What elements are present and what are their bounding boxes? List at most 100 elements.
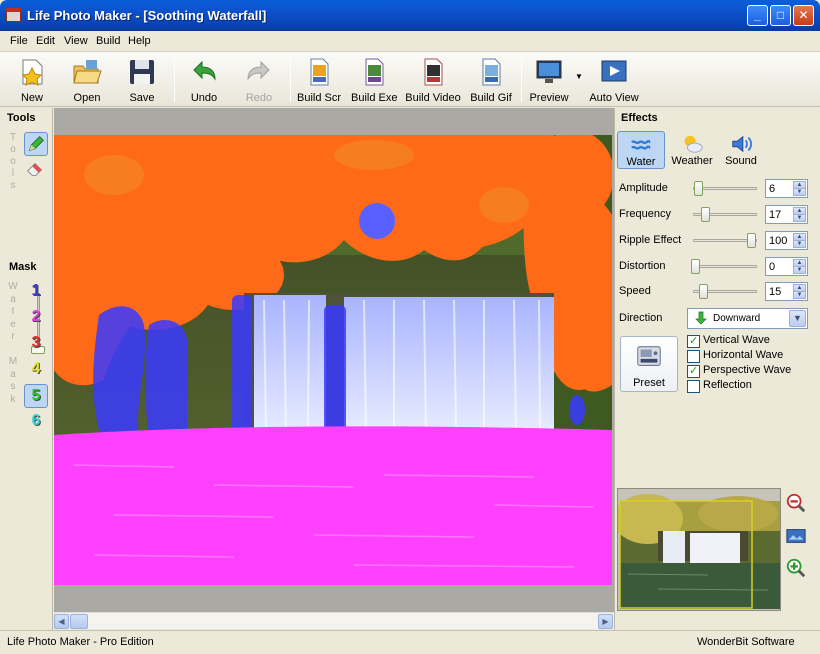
tab-water[interactable]: Water — [617, 131, 665, 169]
frequency-spinbox[interactable]: 17 ▲ ▼ — [765, 205, 808, 224]
preview-dropdown-arrow-icon[interactable]: ▼ — [575, 72, 583, 81]
spin-down-icon[interactable]: ▼ — [793, 188, 806, 196]
mask-vertical-letter: k — [10, 393, 16, 405]
reflection-checkbox[interactable] — [687, 380, 700, 393]
mask-vertical-letter: M — [8, 356, 18, 367]
minimize-button[interactable]: _ — [747, 5, 768, 26]
save-button[interactable]: Save — [120, 55, 164, 105]
screensaver-file-icon — [310, 58, 329, 86]
menu-view[interactable]: View — [64, 35, 88, 47]
horizontal-wave-label: Horizontal Wave — [703, 349, 784, 361]
toolbar-separator — [521, 58, 522, 102]
direction-select[interactable]: Downward ▼ — [687, 308, 808, 329]
auto-view-button[interactable]: Auto View — [587, 55, 641, 105]
ripple-effect-label: Ripple Effect — [619, 234, 682, 246]
scroll-left-icon[interactable]: ◀ — [54, 614, 69, 629]
water-wave-icon — [631, 139, 651, 150]
gif-file-icon — [482, 58, 501, 86]
redo-arrow-icon — [247, 60, 270, 81]
photo-canvas[interactable] — [54, 135, 612, 585]
perspective-wave-checkbox[interactable] — [687, 364, 700, 378]
spin-down-icon[interactable]: ▼ — [793, 240, 806, 248]
tools-vertical-letter: o — [10, 144, 16, 155]
mask-title: Mask — [9, 261, 37, 273]
executable-file-icon — [365, 58, 384, 86]
preset-panel-icon — [637, 346, 661, 366]
mask-1-button[interactable]: 1 — [24, 280, 48, 304]
maximize-button[interactable]: □ — [770, 5, 791, 26]
spin-down-icon[interactable]: ▼ — [793, 291, 806, 299]
zoom-in-icon — [786, 558, 806, 578]
preset-button[interactable]: Preset — [620, 336, 678, 392]
navigator-thumbnail[interactable] — [613, 488, 781, 611]
status-company: WonderBit Software — [697, 636, 795, 648]
menu-file[interactable]: File — [10, 35, 28, 47]
ripple-effect-slider-thumb[interactable] — [747, 233, 756, 248]
distortion-slider-thumb[interactable] — [691, 259, 700, 274]
distortion-spinbox[interactable]: 0 ▲ ▼ — [765, 257, 808, 276]
build-scr-button[interactable]: Build Scr — [296, 55, 342, 105]
mask-5-button[interactable]: 5 — [24, 384, 48, 408]
eraser-tool-button[interactable] — [24, 158, 48, 182]
open-button[interactable]: Open — [65, 55, 109, 105]
build-video-button[interactable]: Build Video — [405, 55, 461, 105]
distortion-slider[interactable] — [693, 265, 757, 268]
ripple-effect-spinbox[interactable]: 100 ▲ ▼ — [765, 231, 808, 250]
zoom-in-button[interactable] — [785, 557, 809, 581]
reflection-label: Reflection — [703, 379, 752, 391]
menu-edit[interactable]: Edit — [36, 35, 55, 47]
scroll-right-icon[interactable]: ▶ — [598, 614, 613, 629]
speed-slider-thumb[interactable] — [699, 284, 709, 299]
build-exe-button[interactable]: Build Exe — [351, 55, 397, 105]
menu-build[interactable]: Build — [96, 35, 120, 47]
new-button[interactable]: New — [10, 55, 54, 105]
tab-sound[interactable]: Sound — [719, 131, 763, 169]
title-bar: Life Photo Maker - [Soothing Waterfall] … — [0, 0, 820, 31]
effects-title: Effects — [621, 112, 658, 124]
amplitude-spinbox[interactable]: 6 ▲ ▼ — [765, 179, 808, 198]
redo-button[interactable]: Redo — [237, 55, 281, 105]
mask-vertical-letter: a — [10, 293, 16, 305]
speed-spinbox[interactable]: 15 ▲ ▼ — [765, 282, 808, 301]
new-file-icon — [21, 59, 43, 86]
distortion-value[interactable]: 0 — [769, 261, 775, 273]
close-button[interactable]: ✕ — [793, 5, 814, 26]
app-icon — [6, 8, 21, 22]
tab-weather[interactable]: Weather — [667, 131, 717, 169]
ripple-effect-value[interactable]: 100 — [769, 235, 787, 247]
mask-vertical-letter: t — [11, 306, 15, 317]
fit-to-window-button[interactable] — [785, 525, 809, 549]
brush-tool-button[interactable] — [24, 132, 48, 156]
status-bar: Life Photo Maker - Pro Edition WonderBit… — [0, 630, 820, 654]
zoom-out-icon — [786, 493, 806, 513]
amplitude-slider-thumb[interactable] — [694, 181, 704, 196]
frequency-slider-thumb[interactable] — [700, 207, 710, 222]
mask-3-button[interactable]: 3 — [24, 332, 48, 356]
spin-down-icon[interactable]: ▼ — [793, 266, 806, 274]
undo-button[interactable]: Undo — [182, 55, 226, 105]
spin-down-icon[interactable]: ▼ — [793, 214, 806, 222]
menu-help[interactable]: Help — [128, 35, 151, 47]
build-gif-button[interactable]: Build Gif — [468, 55, 514, 105]
frequency-value[interactable]: 17 — [769, 209, 781, 221]
speed-value[interactable]: 15 — [769, 286, 781, 298]
preview-button[interactable]: Preview — [526, 55, 572, 105]
amplitude-value[interactable]: 6 — [769, 183, 775, 195]
vertical-wave-checkbox[interactable] — [687, 334, 700, 348]
tools-panel: Tools Tools Mask Water Mask 123456 — [0, 108, 53, 630]
horizontal-wave-checkbox[interactable] — [687, 350, 700, 363]
eraser-icon — [27, 162, 43, 176]
fit-image-icon — [786, 529, 806, 543]
zoom-out-button[interactable] — [785, 492, 809, 516]
horizontal-scrollbar[interactable]: ◀ ▶ — [54, 612, 614, 629]
mask-6-button[interactable]: 6 — [24, 410, 48, 434]
scrollbar-thumb[interactable] — [70, 614, 88, 629]
chevron-down-icon[interactable]: ▼ — [789, 310, 806, 327]
vertical-wave-label: Vertical Wave — [703, 334, 770, 346]
mask-4-button[interactable]: 4 — [24, 358, 48, 382]
tools-vertical-label: Tools — [8, 132, 18, 192]
toolbar-separator — [174, 58, 175, 102]
slideshow-play-icon — [601, 60, 627, 82]
mask-2-button[interactable]: 2 — [24, 306, 48, 330]
mask-vertical-letter: e — [10, 318, 16, 330]
